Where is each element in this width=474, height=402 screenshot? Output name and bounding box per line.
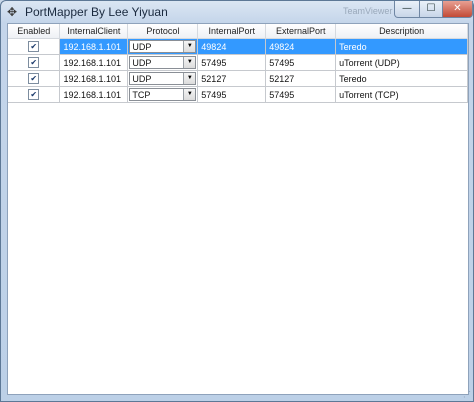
port-mapping-grid[interactable]: Enabled InternalClient Protocol Internal… xyxy=(7,23,469,395)
table-row[interactable]: ✔ 192.168.1.101 UDP ▼ 57495 57495 uTorren… xyxy=(8,54,468,71)
protocol-cell[interactable]: UDP ▼ xyxy=(127,70,199,87)
protocol-value: UDP xyxy=(132,74,152,84)
checkmark-icon: ✔ xyxy=(30,58,38,68)
protocol-value: UDP xyxy=(132,42,152,52)
app-window: ✥ PortMapper By Lee Yiyuan TeamViewer — … xyxy=(0,0,474,402)
internal-client-cell[interactable]: 192.168.1.101 xyxy=(59,70,129,87)
close-button[interactable]: ✕ xyxy=(442,1,473,18)
protocol-value: UDP xyxy=(132,58,152,68)
internal-client-cell[interactable]: 192.168.1.101 xyxy=(59,54,129,71)
checkmark-icon: ✔ xyxy=(30,74,38,84)
column-header-description[interactable]: Description xyxy=(335,24,468,39)
checkmark-icon: ✔ xyxy=(30,42,38,52)
internal-port-cell[interactable]: 49824 xyxy=(197,38,267,55)
column-header-protocol[interactable]: Protocol xyxy=(127,24,199,39)
column-header-internal-port[interactable]: InternalPort xyxy=(197,24,267,39)
enabled-checkbox[interactable]: ✔ xyxy=(28,57,40,69)
internal-client-cell[interactable]: 192.168.1.101 xyxy=(59,38,129,55)
enabled-cell[interactable]: ✔ xyxy=(8,70,61,87)
enabled-cell[interactable]: ✔ xyxy=(8,54,61,71)
description-cell[interactable]: Teredo xyxy=(335,70,468,87)
internal-port-cell[interactable]: 52127 xyxy=(197,70,267,87)
description-cell[interactable]: Teredo xyxy=(335,38,468,55)
enabled-cell[interactable]: ✔ xyxy=(8,38,61,55)
enabled-cell[interactable]: ✔ xyxy=(8,86,61,103)
minimize-button[interactable]: — xyxy=(394,1,420,18)
internal-client-cell[interactable]: 192.168.1.101 xyxy=(59,86,129,103)
description-cell[interactable]: uTorrent (UDP) xyxy=(335,54,468,71)
internal-port-cell[interactable]: 57495 xyxy=(197,86,267,103)
port-mapping-table: Enabled InternalClient Protocol Internal… xyxy=(8,24,468,103)
description-cell[interactable]: uTorrent (TCP) xyxy=(335,86,468,103)
chevron-down-icon[interactable]: ▼ xyxy=(183,73,196,84)
resize-grip-icon[interactable]: ⋰ xyxy=(463,391,471,399)
app-move-icon[interactable]: ✥ xyxy=(7,6,19,18)
protocol-value: TCP xyxy=(132,90,151,100)
external-port-cell[interactable]: 57495 xyxy=(265,86,337,103)
table-row[interactable]: ✔ 192.168.1.101 UDP ▼ 52127 52127 Teredo xyxy=(8,70,468,87)
external-port-cell[interactable]: 49824 xyxy=(265,38,337,55)
external-port-cell[interactable]: 52127 xyxy=(265,70,337,87)
protocol-cell[interactable]: TCP ▼ xyxy=(127,86,199,103)
chevron-down-icon[interactable]: ▼ xyxy=(183,57,196,68)
table-row[interactable]: ✔ 192.168.1.101 TCP ▼ 57495 57495 uTorren… xyxy=(8,86,468,103)
protocol-cell[interactable]: UDP ▼ xyxy=(127,54,199,71)
protocol-dropdown[interactable]: UDP ▼ xyxy=(129,40,197,53)
window-title: PortMapper By Lee Yiyuan xyxy=(25,5,168,19)
enabled-checkbox[interactable]: ✔ xyxy=(28,73,40,85)
table-row[interactable]: ✔ 192.168.1.101 UDP ▼ 49824 49824 Teredo xyxy=(8,38,468,55)
protocol-dropdown[interactable]: UDP ▼ xyxy=(129,72,197,85)
external-port-cell[interactable]: 57495 xyxy=(265,54,337,71)
maximize-button[interactable]: ☐ xyxy=(419,1,443,18)
checkmark-icon: ✔ xyxy=(30,90,38,100)
column-header-enabled[interactable]: Enabled xyxy=(8,24,61,39)
protocol-dropdown[interactable]: UDP ▼ xyxy=(129,56,197,69)
protocol-dropdown[interactable]: TCP ▼ xyxy=(129,88,197,101)
chevron-down-icon[interactable]: ▼ xyxy=(183,89,196,100)
protocol-cell[interactable]: UDP ▼ xyxy=(127,38,199,55)
column-header-internal-client[interactable]: InternalClient xyxy=(59,24,129,39)
column-header-external-port[interactable]: ExternalPort xyxy=(265,24,337,39)
chevron-down-icon[interactable]: ▼ xyxy=(183,41,196,52)
internal-port-cell[interactable]: 57495 xyxy=(197,54,267,71)
title-bar[interactable]: ✥ PortMapper By Lee Yiyuan TeamViewer — … xyxy=(1,1,473,23)
enabled-checkbox[interactable]: ✔ xyxy=(28,89,40,101)
enabled-checkbox[interactable]: ✔ xyxy=(28,41,40,53)
background-window-title: TeamViewer xyxy=(343,6,393,16)
header-row: Enabled InternalClient Protocol Internal… xyxy=(8,24,468,39)
